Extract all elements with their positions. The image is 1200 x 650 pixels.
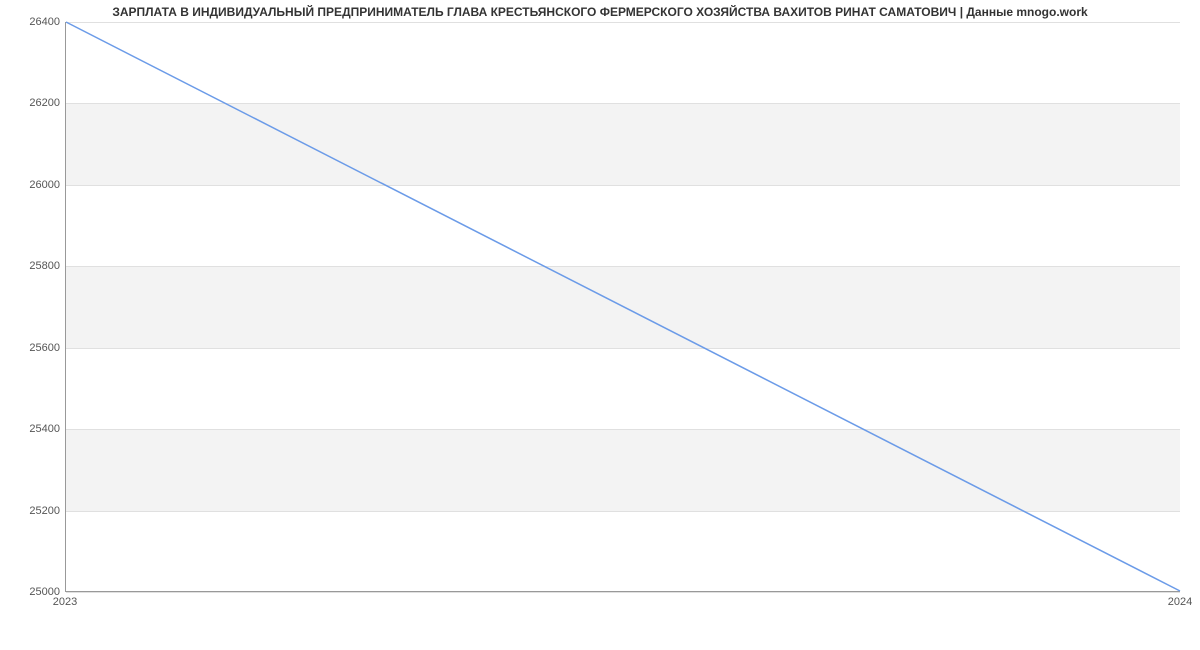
x-tick-label: 2023 <box>53 596 77 608</box>
y-tick-label: 25600 <box>5 342 60 354</box>
chart-container: ЗАРПЛАТА В ИНДИВИДУАЛЬНЫЙ ПРЕДПРИНИМАТЕЛ… <box>0 0 1200 650</box>
x-tick-label: 2024 <box>1168 596 1192 608</box>
chart-title: ЗАРПЛАТА В ИНДИВИДУАЛЬНЫЙ ПРЕДПРИНИМАТЕЛ… <box>0 5 1200 19</box>
y-tick-label: 25000 <box>5 586 60 598</box>
y-tick-label: 25400 <box>5 423 60 435</box>
y-tick-label: 26400 <box>5 16 60 28</box>
y-tick-label: 25200 <box>5 505 60 517</box>
y-tick-label: 26000 <box>5 179 60 191</box>
line-layer <box>66 22 1180 591</box>
data-line <box>66 22 1180 591</box>
y-tick-label: 25800 <box>5 260 60 272</box>
y-tick-label: 26200 <box>5 97 60 109</box>
gridline <box>66 592 1180 593</box>
plot-area <box>65 22 1180 592</box>
